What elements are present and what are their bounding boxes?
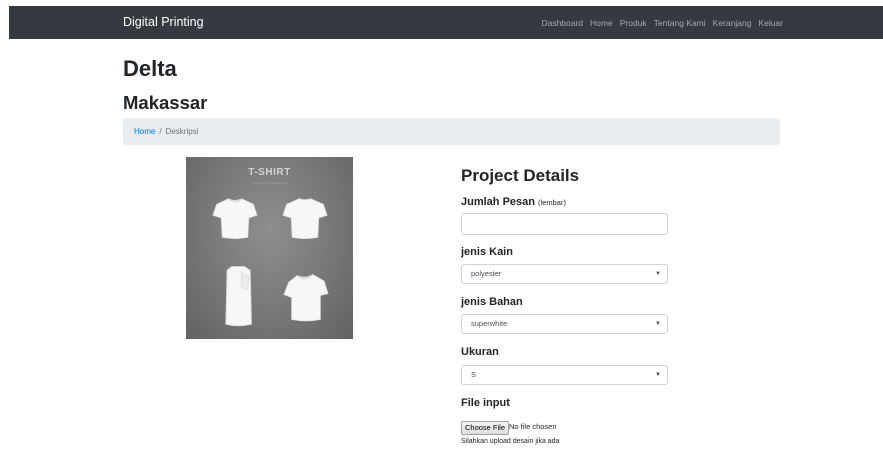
product-image: T-SHIRT TEMPLATE DESIGN — [186, 157, 353, 339]
t-shirt-angle-icon — [283, 274, 329, 322]
image-subtitle: TEMPLATE DESIGN — [251, 181, 288, 185]
file-input-label: File input — [461, 397, 510, 409]
size-select[interactable]: S ▼ — [461, 365, 668, 385]
breadcrumb-current: Deskripsi — [165, 127, 199, 136]
breadcrumb: Home / Deskripsi — [123, 118, 780, 145]
quantity-input[interactable] — [461, 213, 668, 235]
material-label: jenis Bahan — [461, 296, 523, 308]
t-shirt-back-icon — [282, 198, 328, 240]
chevron-down-icon: ▼ — [655, 372, 661, 378]
fabric-selected-value: polyester — [471, 269, 502, 278]
size-selected-value: S — [471, 370, 477, 379]
brand-link[interactable]: Digital Printing — [123, 15, 204, 29]
quantity-label-text: Jumlah Pesan — [461, 196, 535, 208]
nav-link-keranjang[interactable]: Keranjang — [713, 18, 752, 28]
fabric-label: jenis Kain — [461, 246, 513, 258]
choose-file-button[interactable]: Choose File — [461, 421, 510, 435]
project-details-heading: Project Details — [461, 166, 580, 185]
page-subtitle: Makassar — [123, 92, 208, 113]
t-shirt-front-icon — [212, 198, 258, 240]
nav-link-keluar[interactable]: Keluar — [758, 18, 783, 28]
material-selected-value: superwhite — [471, 319, 508, 328]
breadcrumb-home-link[interactable]: Home — [134, 127, 155, 136]
chevron-down-icon: ▼ — [655, 321, 661, 327]
fabric-select[interactable]: polyester ▼ — [461, 264, 668, 284]
breadcrumb-separator: / — [159, 127, 162, 136]
nav-link-produk[interactable]: Produk — [620, 18, 647, 28]
nav-link-home[interactable]: Home — [590, 18, 613, 28]
nav-link-tentang-kami[interactable]: Tentang Kami — [654, 18, 706, 28]
chevron-down-icon: ▼ — [655, 271, 661, 277]
nav-menu: Dashboard Home Produk Tentang Kami Keran… — [541, 18, 783, 28]
t-shirt-side-icon — [225, 266, 252, 327]
size-label: Ukuran — [461, 346, 499, 358]
file-status-text: No file chosen — [509, 422, 557, 431]
page-title: Delta — [123, 56, 177, 81]
nav-link-dashboard[interactable]: Dashboard — [541, 18, 583, 28]
quantity-unit: (lembar) — [538, 198, 566, 207]
top-navbar: Digital Printing Dashboard Home Produk T… — [9, 6, 883, 39]
material-select[interactable]: superwhite ▼ — [461, 314, 668, 334]
quantity-label: Jumlah Pesan (lembar) — [461, 196, 566, 208]
image-title: T-SHIRT — [248, 167, 291, 178]
file-help-text: Silahkan upload desain jika ada — [461, 438, 560, 445]
